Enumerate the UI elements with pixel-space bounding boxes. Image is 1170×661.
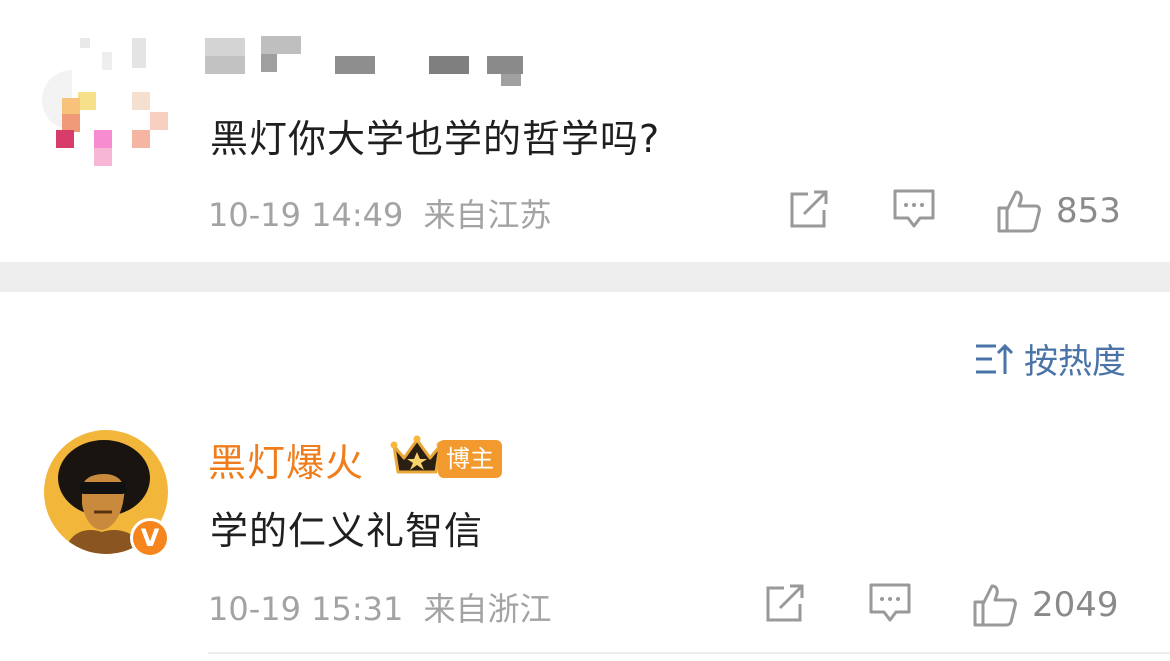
comment-text: 学的仁义礼智信 bbox=[210, 509, 484, 553]
like-count: 853 bbox=[1056, 191, 1121, 231]
timestamp: 10-19 14:49 bbox=[208, 196, 404, 234]
sort-label: 按热度 bbox=[1024, 342, 1126, 382]
like-button[interactable]: 2049 bbox=[972, 582, 1119, 628]
timestamp: 10-19 15:31 bbox=[208, 590, 404, 628]
username[interactable] bbox=[205, 36, 535, 86]
comment-meta: 10-19 14:49 来自江苏 bbox=[208, 190, 552, 236]
share-icon bbox=[790, 190, 828, 228]
like-button[interactable]: 853 bbox=[996, 188, 1121, 234]
location: 来自浙江 bbox=[423, 590, 552, 628]
author-name[interactable]: 黑灯爆火 bbox=[208, 432, 364, 487]
share-button[interactable] bbox=[764, 584, 808, 624]
comment-meta: 10-19 15:31 来自浙江 bbox=[208, 584, 552, 630]
sort-icon bbox=[976, 343, 1014, 374]
comment-icon bbox=[893, 189, 935, 228]
crown-icon bbox=[390, 435, 444, 474]
blogger-badge: 博主 bbox=[438, 440, 502, 478]
comment-icon bbox=[869, 583, 911, 622]
share-button[interactable] bbox=[788, 190, 832, 230]
comment-text: 黑灯你大学也学的哲学吗? bbox=[210, 117, 661, 161]
section-divider bbox=[0, 262, 1170, 292]
thumbs-up-icon bbox=[973, 584, 1017, 627]
verified-badge-icon: V bbox=[130, 518, 170, 558]
comment-button[interactable] bbox=[868, 582, 912, 624]
comment-button[interactable] bbox=[892, 188, 936, 230]
sort-by-hot-button[interactable]: 按热度 bbox=[974, 334, 1126, 383]
location: 来自江苏 bbox=[423, 196, 552, 234]
share-icon bbox=[766, 584, 804, 622]
thumbs-up-icon bbox=[997, 190, 1041, 233]
divider bbox=[208, 652, 1170, 654]
blurred-avatar-icon[interactable] bbox=[42, 32, 172, 172]
like-count: 2049 bbox=[1032, 585, 1119, 625]
